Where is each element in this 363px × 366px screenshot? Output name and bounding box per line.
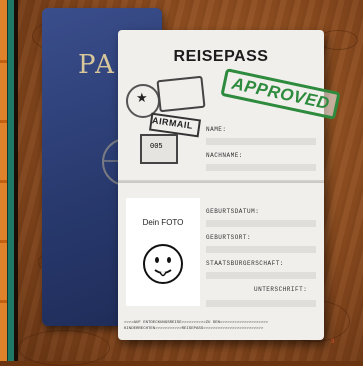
birthplace-field[interactable] <box>206 246 316 253</box>
smiley-face-icon <box>143 244 183 284</box>
postage-stamp-icon: 005 <box>140 134 178 164</box>
side-panel <box>0 0 14 361</box>
birthdate-field[interactable] <box>206 220 316 227</box>
photo-label: Dein FOTO <box>142 218 184 227</box>
field-label-name: NAME: <box>206 126 227 133</box>
open-passport[interactable]: REISEPASS AIRMAIL 005 APPROVED NAME: NAC… <box>118 30 342 340</box>
name-field[interactable] <box>206 138 316 145</box>
passport-title: REISEPASS <box>173 48 269 65</box>
page-number: 3 <box>331 339 335 345</box>
photo-box[interactable]: Dein FOTO <box>126 198 200 306</box>
mrz-line-2: KINDERRECHTEN>>>>>>>>>>>REISEPASS>>>>>>>… <box>124 327 264 331</box>
cover-text: PA <box>78 50 116 80</box>
field-label-citizenship: STAATSBÜRGERSCHAFT: <box>206 260 284 267</box>
surname-field[interactable] <box>206 164 316 171</box>
postage-stamp-number: 005 <box>150 143 163 151</box>
approved-stamp: APPROVED <box>220 68 342 120</box>
wooden-table: PA REISEPASS AIRMAIL 005 APPROVED NAME: … <box>18 0 363 366</box>
stamp-collection: AIRMAIL 005 <box>124 72 212 168</box>
signature-field[interactable] <box>206 300 316 307</box>
machine-readable-zone: >>>>AUF ENTDECKUNGSREISE>>>>>>>>>>ZU DEN… <box>124 320 320 332</box>
postmark-stamp-icon <box>156 75 206 113</box>
field-label-birthdate: GEBURTSDATUM: <box>206 208 260 215</box>
field-label-signature: UNTERSCHRIFT: <box>254 286 308 293</box>
citizenship-field[interactable] <box>206 272 316 279</box>
page-fold <box>118 180 324 183</box>
field-label-birthplace: GEBURTSORT: <box>206 234 252 241</box>
field-label-surname: NACHNAME: <box>206 152 243 159</box>
